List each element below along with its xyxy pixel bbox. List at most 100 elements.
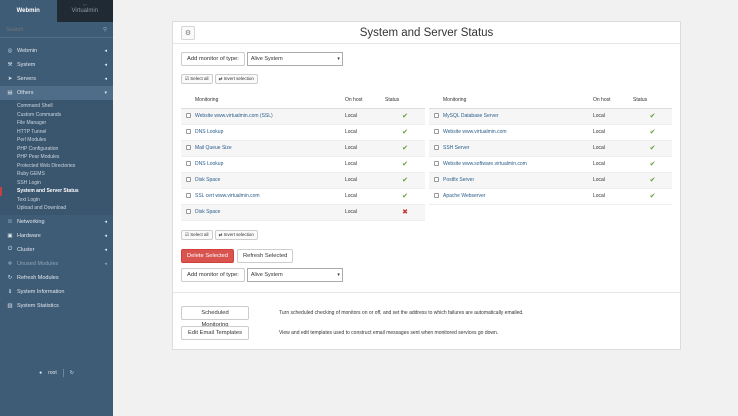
row-checkbox[interactable] (185, 144, 191, 150)
submenu-item[interactable]: Custom Commands (0, 111, 113, 120)
sidebar-item-cluster[interactable]: ⏻ Cluster ◂ (0, 243, 113, 257)
sidebar-item-refresh-modules[interactable]: ↻ Refresh Modules (0, 271, 113, 285)
sidebar-item-webmin[interactable]: ◎ Webmin ◂ (0, 44, 113, 58)
invert-selection-button-top[interactable]: ⇄ Invert selection (214, 74, 258, 84)
row-checkbox[interactable] (185, 208, 191, 214)
submenu-item[interactable]: System and Server Status (0, 187, 113, 196)
row-checkbox-cell (429, 140, 443, 157)
chevron-left-icon: ◂ (104, 48, 107, 54)
tab-virtualmin-label: Virtualmin (71, 8, 99, 14)
add-monitor-button-top[interactable]: Add monitor of type: (181, 52, 245, 66)
sidebar-item-system[interactable]: ⚒ System ◂ (0, 58, 113, 72)
invert-selection-button-bottom[interactable]: ⇄ Invert selection (214, 230, 258, 240)
submenu-item[interactable]: Perl Modules (0, 136, 113, 145)
sidebar-item-unused-modules[interactable]: ❖ Unused Modules ◂ (0, 257, 113, 271)
submenu-item[interactable]: PHP Configuration (0, 145, 113, 154)
monitor-name-link[interactable]: Postfix Server (443, 172, 593, 189)
monitor-type-select-bottom[interactable]: Alive System ▾ (246, 268, 343, 282)
add-monitor-row-top: Add monitor of type: Alive System ▾ (181, 52, 343, 66)
row-checkbox-cell (181, 140, 195, 157)
select-all-button-bottom[interactable]: ☑ Select all (181, 230, 213, 240)
chevron-down-icon: ▾ (104, 90, 107, 96)
select-all-label: Select all (190, 76, 209, 81)
submenu-item[interactable]: Command Shell (0, 102, 113, 111)
refresh-icon[interactable]: ↻ (70, 370, 74, 376)
username[interactable]: root (48, 370, 57, 376)
row-checkbox-cell (181, 188, 195, 205)
section-divider (173, 292, 680, 293)
monitor-host: Local (593, 140, 633, 157)
table-row: Website www.software.virtualmin.com Local… (429, 156, 672, 173)
action-row: Delete Selected Refresh Selected (181, 249, 294, 263)
monitor-name-link[interactable]: Website www.virtualmin.com (443, 124, 593, 141)
table-row: Apache Webserver Local ✔ (429, 188, 672, 205)
submenu-item[interactable]: Text Login (0, 196, 113, 205)
tab-webmin[interactable]: Webmin (0, 0, 57, 22)
monitor-host: Local (345, 188, 385, 205)
sidebar-item-servers[interactable]: ➤ Servers ◂ (0, 72, 113, 86)
monitor-name-link[interactable]: Website www.virtualmin.com (SSL) (195, 108, 345, 125)
row-checkbox[interactable] (433, 160, 439, 166)
monitor-host: Local (345, 204, 385, 221)
rocket-icon: ➤ (7, 76, 13, 82)
sidebar-item-label: Servers (17, 76, 36, 82)
select-all-button-top[interactable]: ☑ Select all (181, 74, 213, 84)
sidebar-item-networking[interactable]: ☉ Networking ◂ (0, 215, 113, 229)
edit-email-templates-button[interactable]: Edit Email Templates (181, 326, 249, 340)
monitors-table-right: Monitoring On host Status MySQL Database… (429, 93, 672, 205)
row-checkbox[interactable] (185, 112, 191, 118)
monitor-name-link[interactable]: Disk Space (195, 172, 345, 189)
scheduled-monitoring-button[interactable]: Scheduled Monitoring (181, 306, 249, 328)
monitor-name-link[interactable]: MySQL Database Server (443, 108, 593, 125)
row-checkbox[interactable] (433, 112, 439, 118)
monitor-name-link[interactable]: SSL cert www.virtualmin.com (195, 188, 345, 205)
check-icon: ✔ (385, 108, 425, 125)
row-checkbox[interactable] (185, 160, 191, 166)
search-icon[interactable]: ⚲ (103, 27, 107, 33)
submenu-item[interactable]: SSH Login (0, 179, 113, 188)
sidebar-item-label: Webmin (17, 48, 38, 54)
row-checkbox[interactable] (185, 192, 191, 198)
monitor-name-link[interactable]: DNS Lookup (195, 156, 345, 173)
monitor-host: Local (345, 156, 385, 173)
submenu-item[interactable]: PHP Pear Modules (0, 153, 113, 162)
submenu-item[interactable]: Ruby GEMS (0, 170, 113, 179)
delete-selected-button[interactable]: Delete Selected (181, 249, 234, 263)
check-icon: ✔ (633, 156, 672, 173)
row-checkbox[interactable] (433, 144, 439, 150)
row-checkbox-cell (181, 204, 195, 221)
row-checkbox[interactable] (433, 192, 439, 198)
refresh-selected-button[interactable]: Refresh Selected (236, 249, 294, 263)
monitor-name-link[interactable]: Apache Webserver (443, 188, 593, 205)
scheduled-monitoring-row: Scheduled Monitoring Turn scheduled chec… (181, 306, 524, 328)
monitor-name-link[interactable]: DNS Lookup (195, 124, 345, 141)
search-input[interactable] (6, 26, 86, 33)
row-checkbox[interactable] (433, 128, 439, 134)
row-checkbox[interactable] (185, 128, 191, 134)
add-monitor-button-bottom[interactable]: Add monitor of type: (181, 268, 245, 282)
submenu-item[interactable]: HTTP Tunnel (0, 128, 113, 137)
monitor-name-link[interactable]: Website www.software.virtualmin.com (443, 156, 593, 173)
submenu-item[interactable]: Protected Web Directories (0, 162, 113, 171)
table-row: Mail Queue Size Local ✔ (181, 140, 425, 157)
gear-icon[interactable]: ⚙ (181, 26, 195, 40)
submenu-item[interactable]: File Manager (0, 119, 113, 128)
row-checkbox[interactable] (185, 176, 191, 182)
separator (62, 369, 64, 377)
wrench-icon: ⚒ (7, 62, 13, 68)
sidebar-item-hardware[interactable]: ▣ Hardware ◂ (0, 229, 113, 243)
sidebar-item-others[interactable]: ▤ Others ▾ (0, 86, 113, 100)
tab-virtualmin[interactable]: ⌵ Virtualmin (56, 0, 113, 22)
monitor-name-link[interactable]: Disk Space (195, 204, 345, 221)
submenu-item[interactable]: Upload and Download (0, 204, 113, 213)
row-checkbox-cell (429, 188, 443, 205)
row-checkbox[interactable] (433, 176, 439, 182)
monitor-type-select-top[interactable]: Alive System ▾ (246, 52, 343, 66)
chevron-left-icon: ◂ (104, 260, 107, 267)
sidebar-item-system-information[interactable]: ℹ System Information (0, 285, 113, 299)
monitor-host: Local (593, 188, 633, 205)
monitor-host: Local (593, 108, 633, 125)
monitor-name-link[interactable]: Mail Queue Size (195, 140, 345, 157)
monitor-name-link[interactable]: SSH Server (443, 140, 593, 157)
sidebar-item-system-statistics[interactable]: ▥ System Statistics (0, 299, 113, 313)
